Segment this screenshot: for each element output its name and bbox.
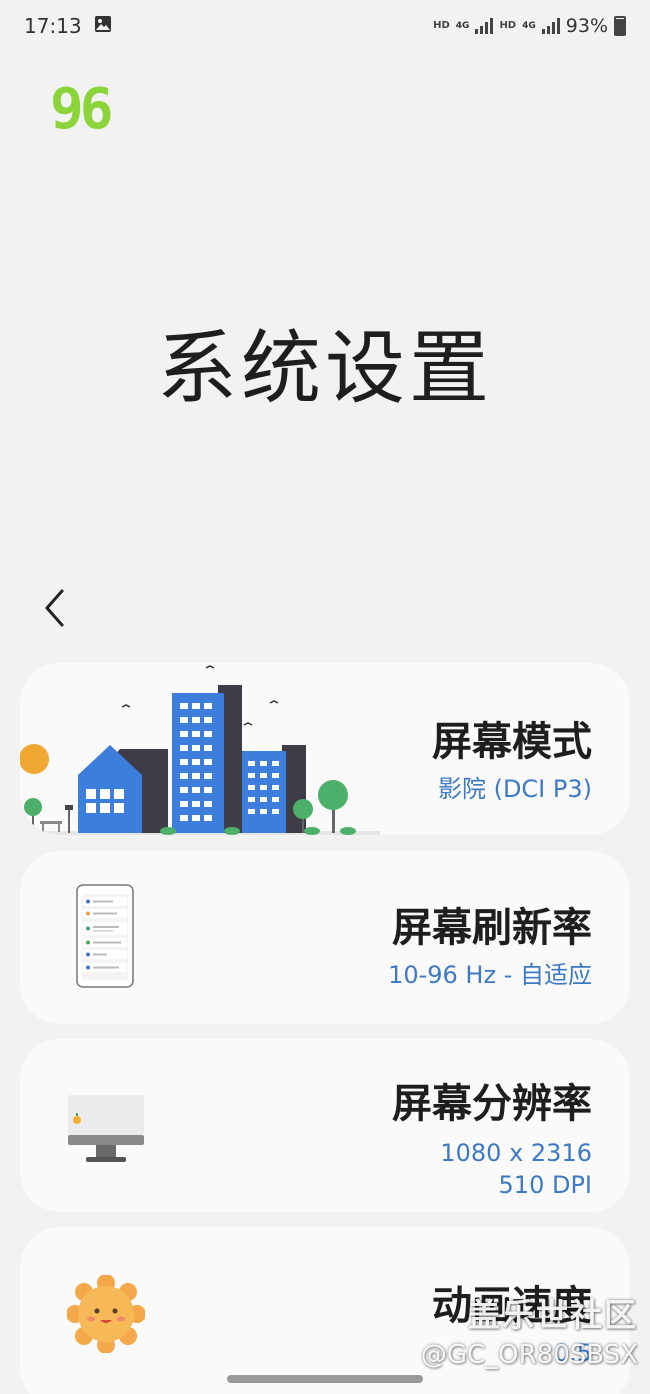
screen-mode-title: 屏幕模式 (432, 719, 592, 765)
resolution-text: 屏幕分辨率 1080 x 2316 510 DPI (392, 1071, 592, 1201)
status-bar: 17:13 HD 4G HD 4G 93% (0, 0, 650, 52)
refresh-rate-value: 10-96 Hz - 自适应 (388, 961, 592, 989)
network-gen-2-label: 4G (522, 20, 536, 31)
refresh-rate-title: 屏幕刷新率 (392, 905, 592, 951)
signal-icon (541, 18, 560, 34)
status-left: 17:13 (24, 14, 112, 38)
refresh-rate-text: 屏幕刷新率 10-96 Hz - 自适应 (388, 895, 592, 991)
resolution-value: 1080 x 2316 (440, 1139, 592, 1167)
screen-mode-value: 影院 (DCI P3) (437, 775, 592, 803)
image-icon (94, 14, 112, 38)
phone-illustration (76, 884, 134, 988)
screen-mode-card[interactable]: 屏幕模式 影院 (DCI P3) (20, 663, 630, 835)
resolution-title: 屏幕分辨率 (392, 1081, 592, 1127)
network-type-2: HD (499, 20, 517, 31)
animation-speed-value: 0.5 (553, 1339, 592, 1367)
resolution-card[interactable]: 屏幕分辨率 1080 x 2316 510 DPI (20, 1039, 630, 1212)
network-gen-2: 4G (522, 20, 536, 31)
battery-percent: 93% (565, 15, 608, 37)
monitor-illustration (68, 1095, 144, 1162)
signal-icon (475, 18, 494, 34)
status-right: HD 4G HD 4G 93% (433, 15, 626, 37)
battery-icon (614, 16, 626, 36)
animation-speed-title: 动画速度 (432, 1283, 592, 1329)
back-button[interactable] (32, 580, 76, 636)
screen-mode-text: 屏幕模式 影院 (DCI P3) (432, 709, 592, 805)
refresh-rate-overlay: 96 (50, 77, 113, 142)
animation-speed-text: 动画速度 0.5 (432, 1273, 592, 1369)
network-gen-1: 4G (455, 20, 470, 31)
chevron-left-icon (45, 589, 64, 627)
animation-speed-card[interactable]: 动画速度 0.5 (20, 1227, 630, 1394)
city-illustration (20, 665, 380, 835)
status-time: 17:13 (24, 14, 82, 38)
resolution-dpi: 510 DPI (498, 1171, 592, 1199)
page-title: 系统设置 (157, 322, 493, 415)
refresh-rate-card[interactable]: 屏幕刷新率 10-96 Hz - 自适应 (20, 851, 630, 1024)
network-gen-1-label: 4G (455, 20, 470, 31)
sun-illustration (67, 1275, 145, 1353)
network-type-1: HD (433, 20, 450, 31)
home-gesture-bar[interactable] (227, 1375, 423, 1383)
